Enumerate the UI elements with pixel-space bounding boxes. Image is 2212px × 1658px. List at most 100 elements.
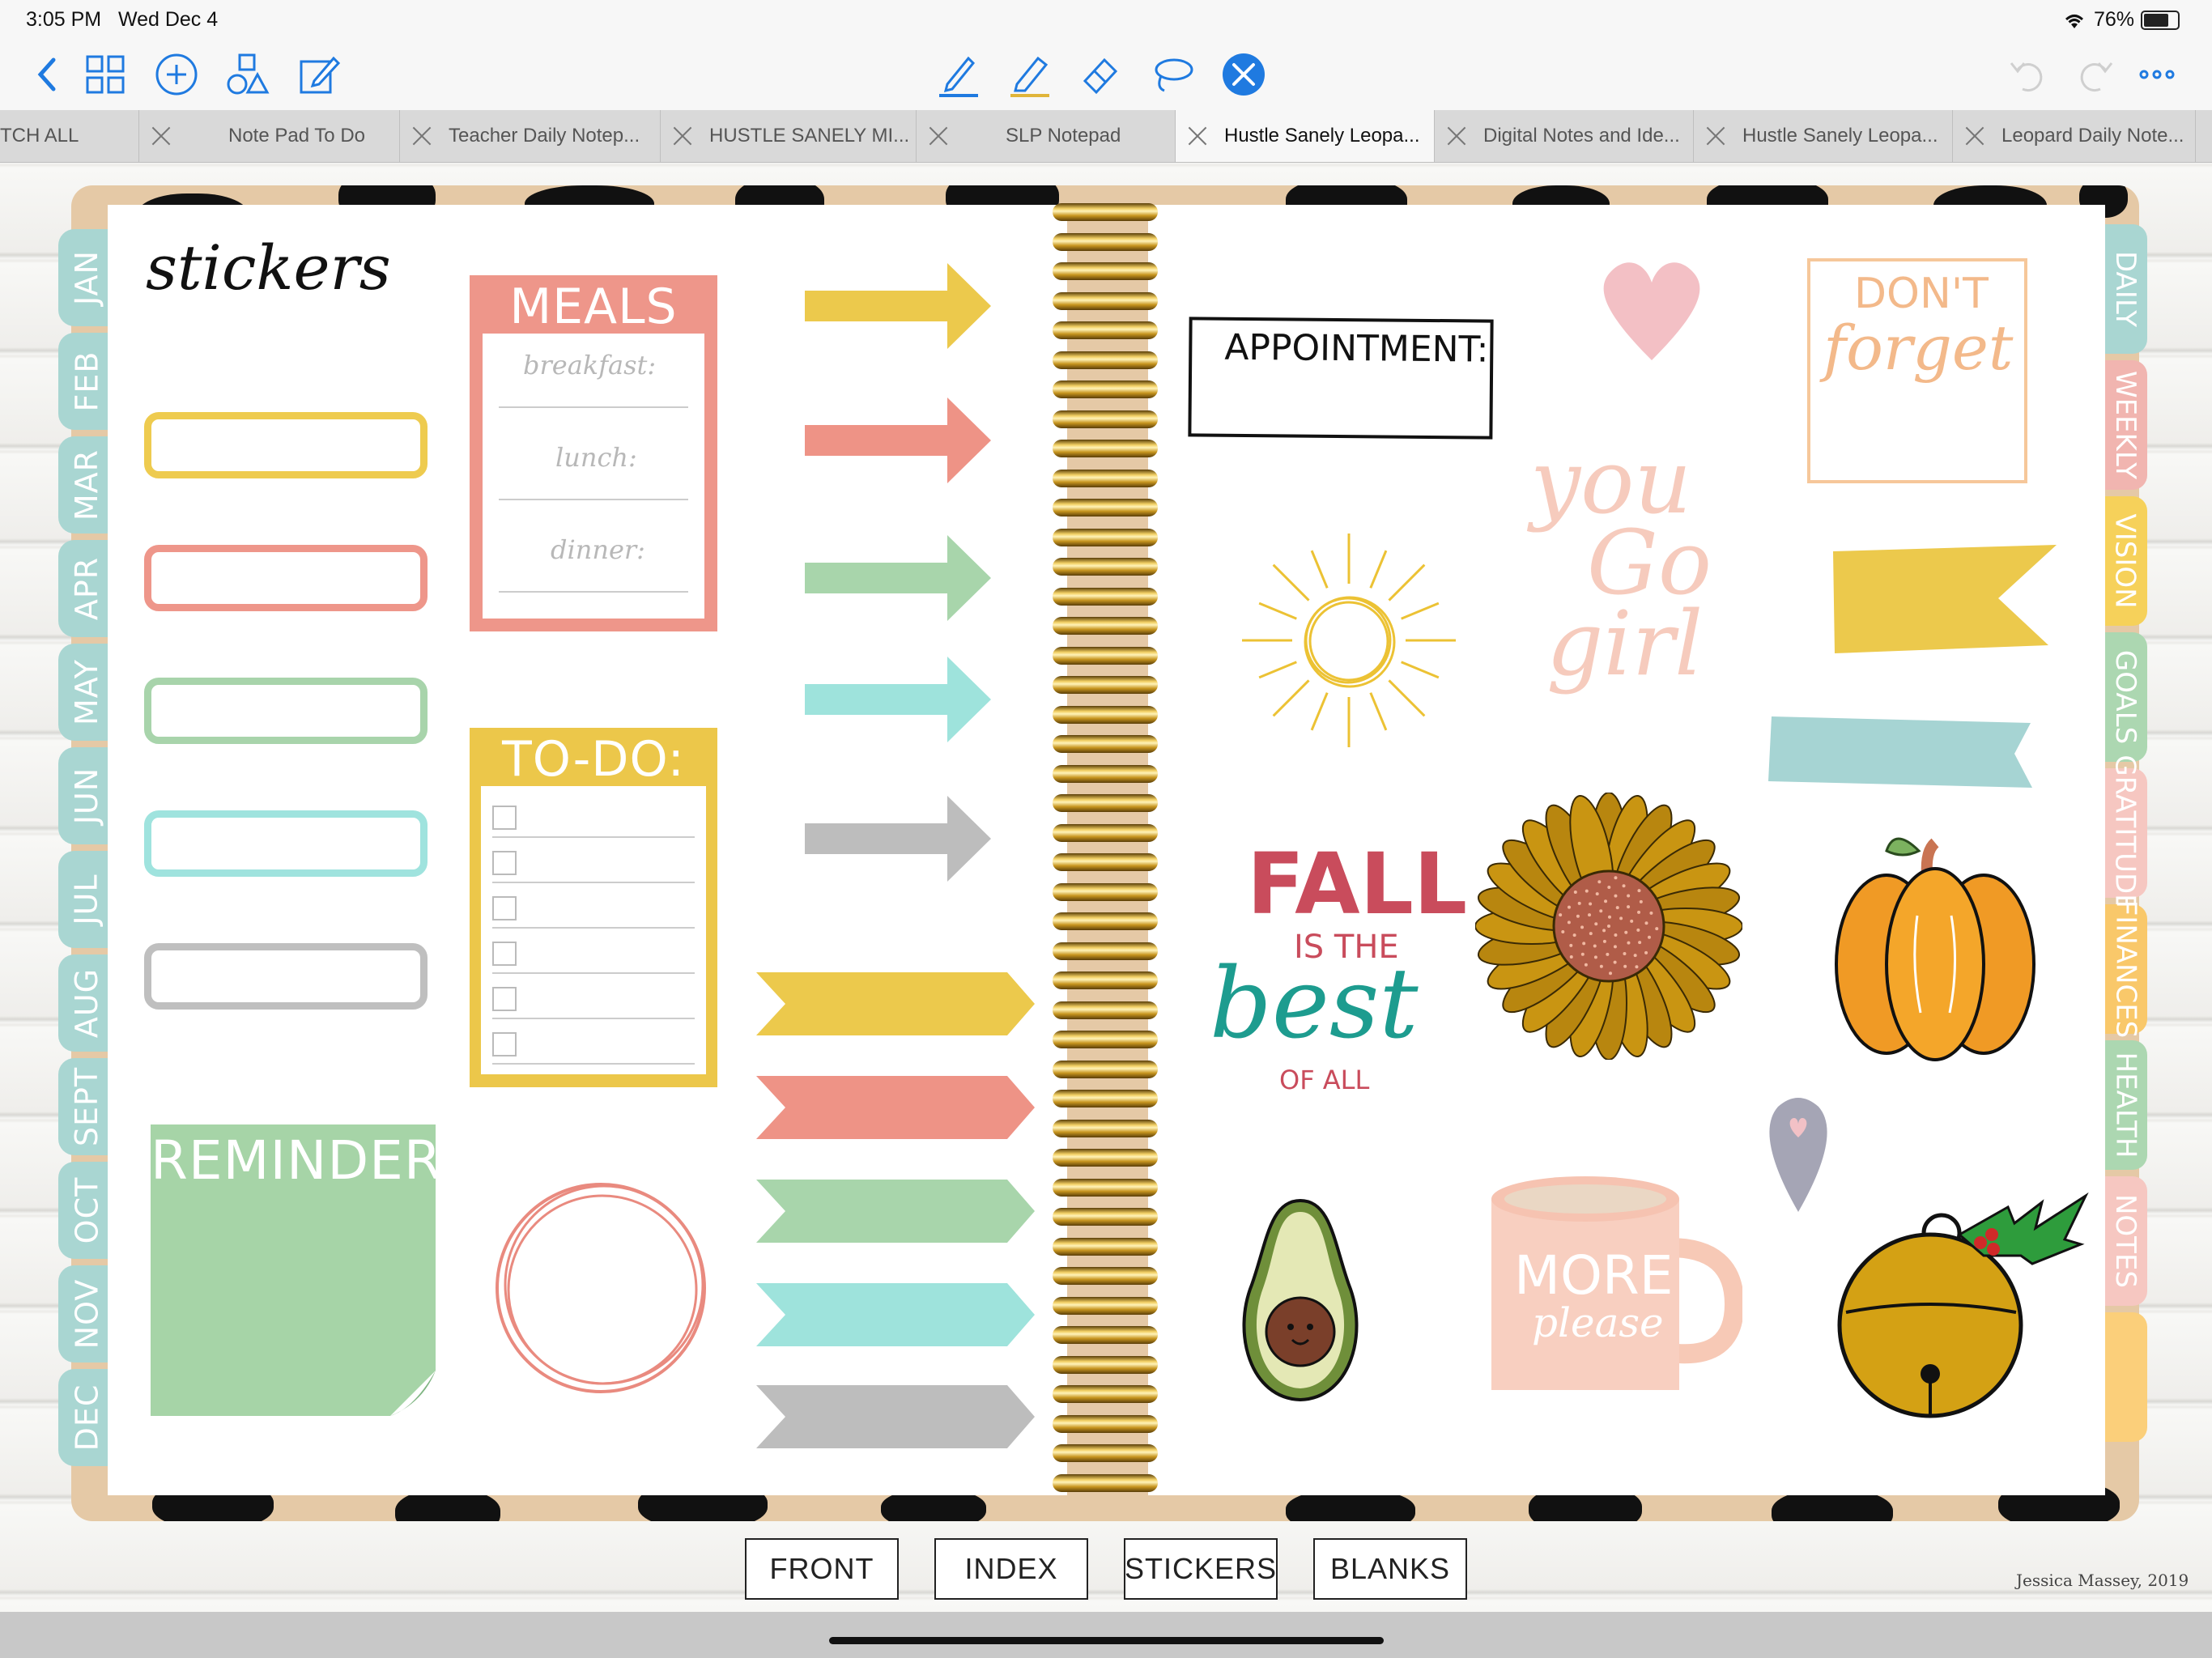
flag-banner-teal[interactable] [1768, 716, 2035, 789]
close-icon[interactable] [1446, 125, 1467, 147]
arrow-sticker[interactable] [805, 535, 993, 621]
month-tab-jul[interactable]: JUL [58, 851, 115, 948]
section-tab-notes[interactable]: NOTES [2104, 1176, 2147, 1306]
month-tab-dec[interactable]: DEC [58, 1369, 115, 1466]
close-icon[interactable] [1964, 125, 1985, 147]
notebook-canvas[interactable]: JAN FEB MAR APR MAY JUN JUL AUG SEPT OCT NOV DEC DA… [0, 163, 2212, 1612]
nav-index-button[interactable]: INDEX [934, 1538, 1088, 1600]
section-tab-daily[interactable]: DAILY [2104, 224, 2147, 354]
close-icon[interactable] [928, 125, 949, 147]
month-tab-aug[interactable]: AUG [58, 954, 115, 1052]
appointment-sticker[interactable]: APPOINTMENT: [1188, 317, 1494, 440]
month-tab-mar[interactable]: MAR [58, 436, 115, 534]
section-tab-goals[interactable]: GOALS [2104, 632, 2147, 762]
arrow-sticker[interactable] [805, 397, 993, 483]
banner-sticker[interactable] [756, 1076, 1036, 1139]
redo-icon[interactable] [2069, 49, 2121, 100]
tab-7[interactable]: Hustle Sanely Leopa... [1694, 110, 1953, 162]
nav-front-button[interactable]: FRONT [745, 1538, 899, 1600]
dont-forget-sticker[interactable]: DON'T forget [1807, 258, 2027, 483]
label-sticker-green[interactable] [144, 678, 428, 744]
label-sticker-aqua[interactable] [144, 810, 428, 877]
close-icon[interactable] [411, 125, 432, 147]
nav-stickers-button[interactable]: STICKERS [1124, 1538, 1278, 1600]
section-tab-gratitude[interactable]: GRATITUDE [2104, 755, 2147, 912]
toolbar [0, 39, 2212, 110]
month-tab-may[interactable]: MAY [58, 644, 115, 741]
close-icon[interactable] [1187, 125, 1208, 147]
tab-5-active[interactable]: Hustle Sanely Leopa... [1176, 110, 1435, 162]
heart-sticker[interactable] [1595, 255, 1708, 368]
section-tab-vision[interactable]: VISION [2104, 496, 2147, 626]
tab-3[interactable]: HUSTLE SANELY MI... [661, 110, 917, 162]
checkbox[interactable] [492, 806, 517, 830]
close-icon[interactable] [672, 125, 693, 147]
month-tab-jun[interactable]: JUN [58, 747, 115, 844]
you-go-girl-sticker[interactable]: you Go girl [1514, 430, 1781, 697]
pen-icon[interactable] [933, 49, 985, 100]
meals-sticker[interactable]: MEALS breakfast: lunch: dinner: [470, 275, 717, 631]
tab-4[interactable]: SLP Notepad [917, 110, 1176, 162]
tab-1[interactable]: Note Pad To Do [139, 110, 400, 162]
label-sticker-gray[interactable] [144, 943, 428, 1010]
arrow-sticker[interactable] [805, 796, 993, 882]
jingle-bell-sticker[interactable] [1822, 1191, 2097, 1434]
month-tab-sept[interactable]: SEPT [58, 1058, 115, 1155]
checkbox[interactable] [492, 851, 517, 875]
undo-icon[interactable] [2001, 49, 2053, 100]
appointment-label: APPOINTMENT: [1224, 326, 1489, 371]
highlighter-icon[interactable] [1004, 49, 1056, 100]
banner-sticker[interactable] [756, 1180, 1036, 1243]
arrow-sticker[interactable] [805, 657, 993, 742]
close-icon[interactable] [1705, 125, 1726, 147]
sun-sticker[interactable] [1236, 527, 1462, 754]
edit-icon[interactable] [293, 49, 345, 100]
section-tab-weekly[interactable]: WEEKLY [2104, 360, 2147, 490]
month-tab-feb[interactable]: FEB [58, 333, 115, 430]
mug-sticker[interactable]: MORE please [1491, 1167, 1742, 1393]
checkbox[interactable] [492, 987, 517, 1011]
section-tab-health[interactable]: HEALTH [2104, 1040, 2147, 1170]
banner-sticker[interactable] [756, 972, 1036, 1035]
month-tab-nov[interactable]: NOV [58, 1265, 115, 1363]
checkbox[interactable] [492, 1032, 517, 1056]
tab-0[interactable]: TCH ALL [0, 110, 139, 162]
fall-best-sticker[interactable]: FALL IS THE best OF ALL [1193, 835, 1467, 1102]
pumpkin-sticker[interactable] [1830, 827, 2040, 1061]
circle-frame-sticker[interactable] [489, 1175, 716, 1401]
label-sticker-coral[interactable] [144, 545, 428, 611]
nav-blanks-button[interactable]: BLANKS [1313, 1538, 1467, 1600]
shapes-icon[interactable] [222, 49, 274, 100]
dont-forget-line2: forget [1823, 312, 2014, 384]
label-sticker-yellow[interactable] [144, 412, 428, 478]
checkbox[interactable] [492, 896, 517, 920]
close-icon[interactable] [151, 125, 172, 147]
grid-icon[interactable] [79, 49, 131, 100]
banner-sticker[interactable] [756, 1385, 1036, 1448]
section-tab-finances[interactable]: FINANCES [2104, 900, 2147, 1038]
banner-sticker[interactable] [756, 1283, 1036, 1346]
reminder-sticker[interactable]: REMINDER: [151, 1124, 458, 1416]
flag-banner-yellow[interactable] [1828, 545, 2063, 658]
more-icon[interactable] [2131, 49, 2183, 100]
avocado-sticker[interactable] [1227, 1196, 1373, 1406]
fall-word: FALL [1247, 835, 1468, 933]
todo-sticker[interactable]: TO-DO: [470, 728, 717, 1087]
add-icon[interactable] [151, 49, 202, 100]
tab-6[interactable]: Digital Notes and Ide... [1435, 110, 1694, 162]
arrow-sticker[interactable] [805, 263, 993, 349]
month-tab-jan[interactable]: JAN [58, 229, 115, 326]
eraser-icon[interactable] [1075, 49, 1127, 100]
checkbox[interactable] [492, 942, 517, 966]
home-indicator[interactable] [829, 1637, 1384, 1644]
sunflower-sticker[interactable] [1475, 793, 1742, 1060]
section-tab-extra[interactable] [2104, 1312, 2147, 1442]
lasso-icon[interactable] [1146, 49, 1198, 100]
tab-8[interactable]: Leopard Daily Note... [1953, 110, 2196, 162]
tab-2[interactable]: Teacher Daily Notep... [400, 110, 661, 162]
bluetooth-pen-icon[interactable] [1218, 49, 1270, 100]
month-tab-oct[interactable]: OCT [58, 1162, 115, 1259]
month-tab-apr[interactable]: APR [58, 540, 115, 637]
back-icon[interactable] [23, 49, 74, 100]
mug-more: MORE [1514, 1244, 1674, 1307]
